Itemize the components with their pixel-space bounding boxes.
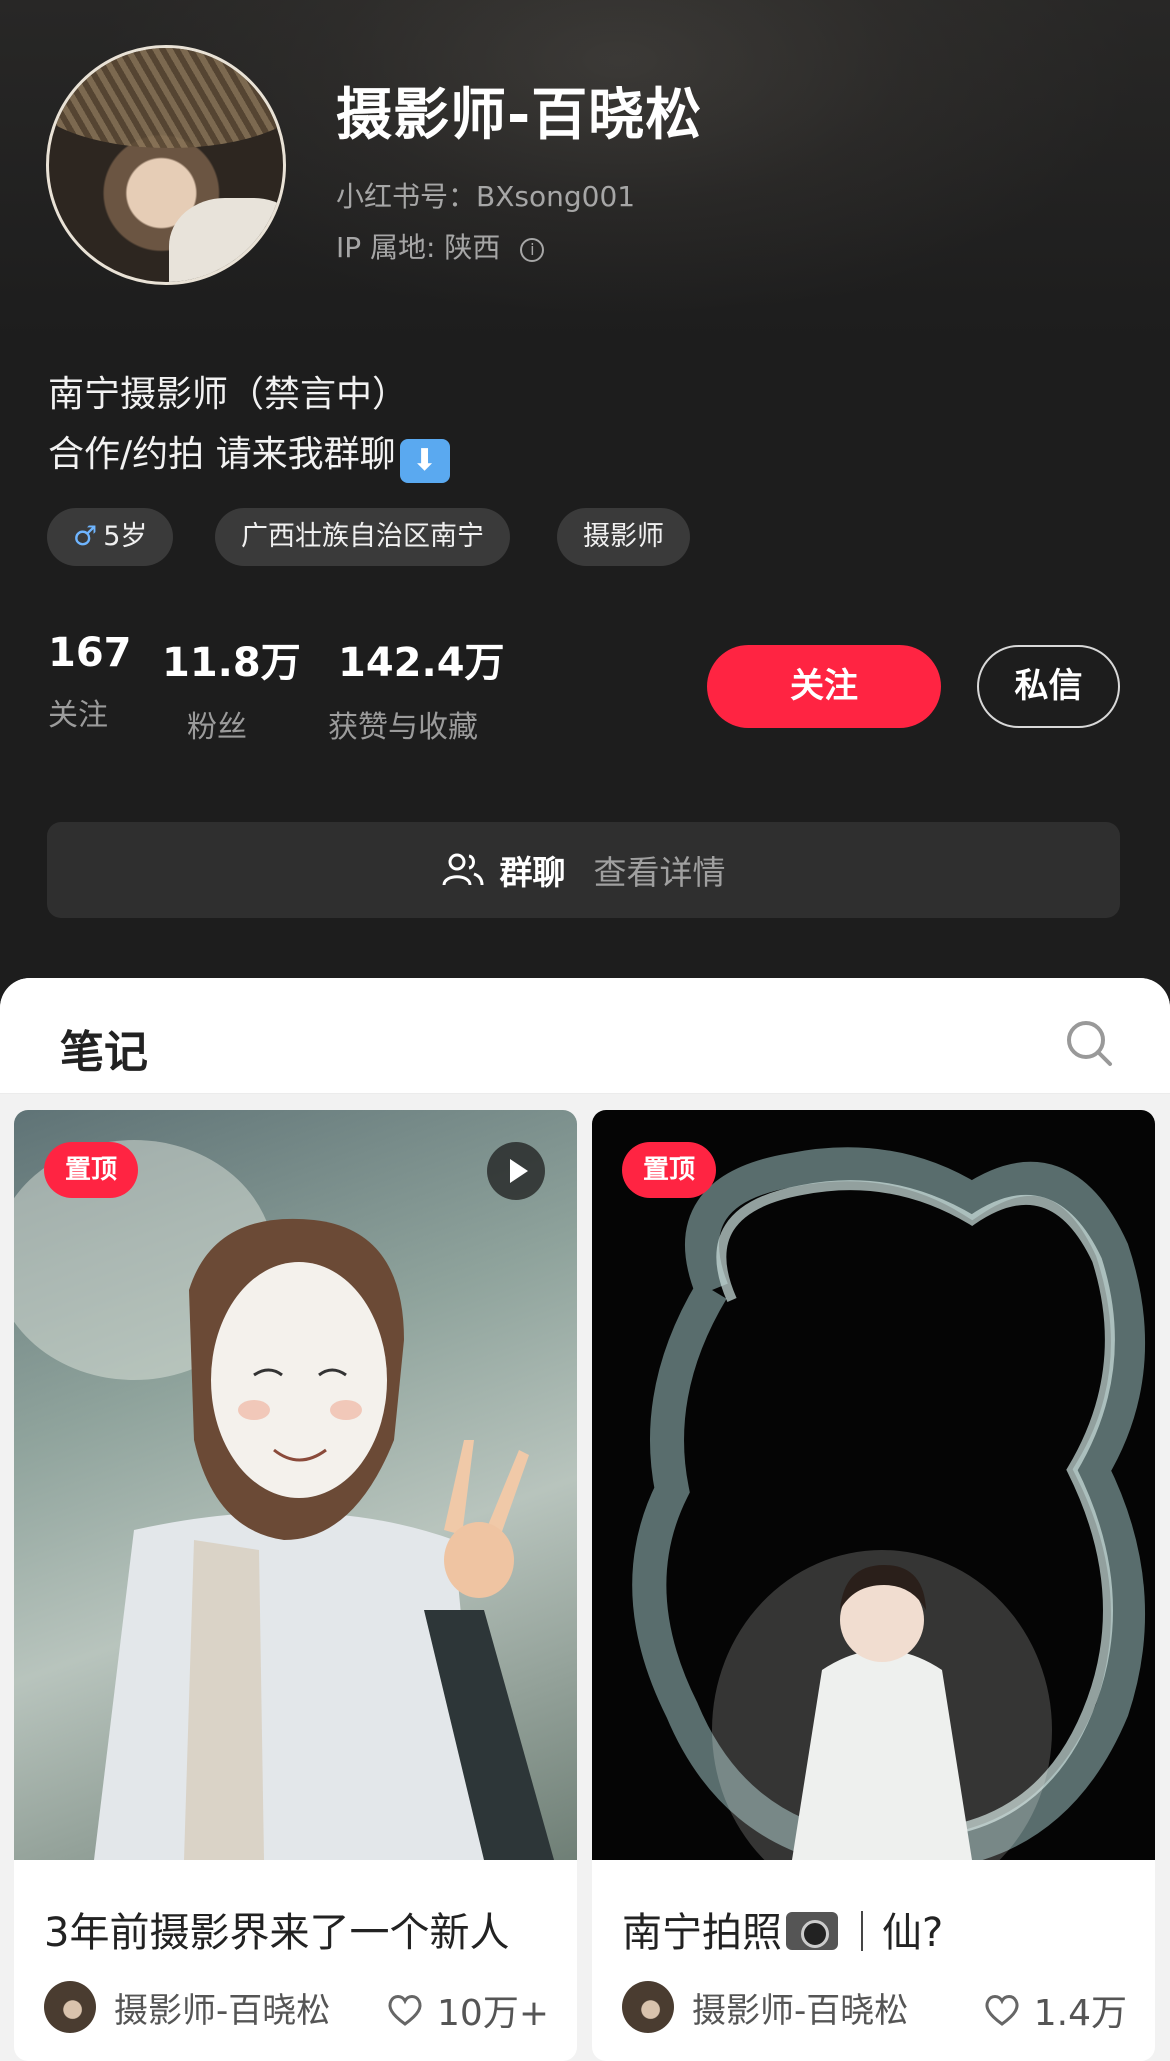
note-author[interactable]: 摄影师-百晓松 (622, 1980, 908, 2034)
likes-label: 获赞与收藏 (328, 710, 478, 745)
note-title[interactable]: 南宁拍照 ｜仙? (622, 1900, 943, 1958)
camera-emoji-icon (786, 1912, 838, 1950)
following-count: 167 (48, 630, 132, 676)
age-tag: ♂ 5岁 (47, 508, 174, 566)
masked-figure-illustration (14, 1140, 554, 1860)
note-cover-image[interactable]: 置顶 (14, 1110, 577, 1860)
note-title[interactable]: 3年前摄影界来了一个新人 (44, 1900, 509, 1958)
pinned-badge: 置顶 (44, 1142, 138, 1198)
pinned-badge: 置顶 (622, 1142, 716, 1198)
play-icon[interactable] (487, 1142, 545, 1200)
ip-location-text: IP 属地: 陕西 (336, 231, 501, 264)
heart-icon[interactable] (385, 1990, 425, 2030)
note-card[interactable]: 置顶 3年前摄影界来了一个新人 摄影师-百晓松 10万+ (14, 1110, 577, 2061)
avatar-robe-shape (169, 198, 283, 282)
author-avatar[interactable] (622, 1981, 674, 2033)
region-tag: 广西壮族自治区南宁 (215, 508, 510, 566)
notes-sheet: 笔记 置顶 3年前摄影界来了一个新人 摄影师-百晓松 10万+ 置顶 南宁拍照 … (0, 978, 1170, 2061)
stat-following[interactable]: 167 关注 (48, 630, 132, 734)
author-name[interactable]: 摄影师-百晓松 (692, 1983, 908, 2032)
followers-count: 11.8万 (162, 640, 301, 686)
notes-header: 笔记 (0, 978, 1170, 1094)
note-title-suffix: ｜仙? (842, 1910, 944, 1956)
like-count-text: 1.4万 (1033, 1993, 1127, 2034)
bio-line-1: 南宁摄影师（禁言中） (48, 374, 409, 415)
group-chat-bar[interactable]: 群聊 查看详情 (47, 822, 1120, 918)
followers-label: 粉丝 (187, 710, 247, 745)
avatar[interactable] (46, 45, 286, 285)
message-button[interactable]: 私信 (977, 645, 1120, 728)
age-text: 5岁 (103, 521, 148, 552)
profession-tag: 摄影师 (557, 508, 690, 566)
avatar-hat-shape (49, 48, 283, 148)
likes-count: 142.4万 (338, 640, 505, 686)
group-chat-label: 群聊 (499, 853, 566, 892)
info-icon[interactable]: i (520, 238, 545, 262)
search-icon[interactable] (1064, 1018, 1114, 1068)
group-people-icon (442, 853, 483, 886)
smoke-figure-illustration (632, 1147, 1145, 1860)
like-count-text: 10万+ (437, 1993, 549, 2034)
bio-line-2-text: 合作/约拍 请来我群聊 (48, 434, 396, 475)
note-title-text: 南宁拍照 (622, 1910, 782, 1956)
author-avatar[interactable] (44, 1981, 96, 2033)
note-cover-image[interactable]: 置顶 (592, 1110, 1155, 1860)
like-count[interactable]: 10万+ (385, 1984, 549, 2036)
author-name[interactable]: 摄影师-百晓松 (114, 1983, 330, 2032)
note-card[interactable]: 置顶 南宁拍照 ｜仙? 摄影师-百晓松 1.4万 (592, 1110, 1155, 2061)
stat-likes[interactable]: 142.4万 获赞与收藏 (328, 630, 505, 746)
profile-name: 摄影师-百晓松 (336, 83, 703, 148)
following-label: 关注 (48, 698, 108, 733)
follow-button[interactable]: 关注 (707, 645, 941, 728)
bio-line-2: 合作/约拍 请来我群聊 ⬇ (48, 425, 450, 483)
down-arrow-emoji-icon: ⬇ (399, 439, 450, 483)
red-id[interactable]: 小红书号：BXsong001 (336, 175, 635, 215)
group-chat-detail: 查看详情 (593, 853, 726, 892)
stat-followers[interactable]: 11.8万 粉丝 (162, 630, 301, 746)
tab-notes[interactable]: 笔记 (60, 1016, 148, 1080)
like-count[interactable]: 1.4万 (982, 1984, 1127, 2036)
gender-male-icon: ♂ (73, 521, 98, 552)
heart-icon[interactable] (982, 1990, 1022, 2030)
ip-location: IP 属地: 陕西 i (336, 226, 545, 266)
note-author[interactable]: 摄影师-百晓松 (44, 1980, 330, 2034)
